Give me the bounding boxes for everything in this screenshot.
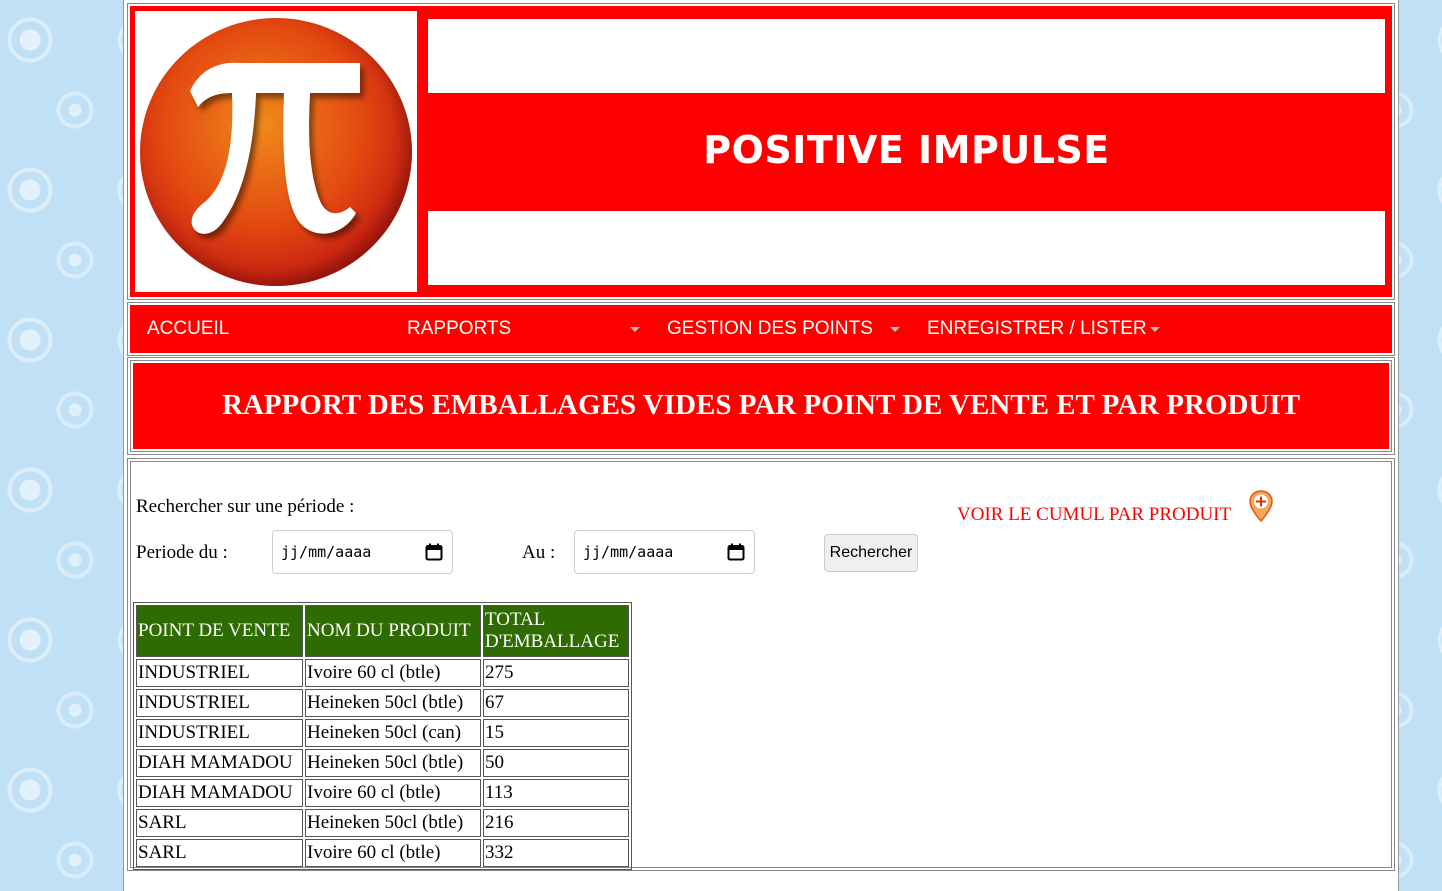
period-label: Rechercher sur une période : — [136, 496, 355, 517]
cumul-link[interactable]: VOIR LE CUMUL PAR PRODUIT — [957, 504, 1231, 526]
report-title-wrapper: RAPPORT DES EMBALLAGES VIDES PAR POINT D… — [127, 357, 1395, 455]
cell-point-de-vente: DIAH MAMADOU — [136, 779, 303, 807]
date-to-placeholder: jj/mm/aaaa — [583, 543, 674, 561]
cell-total: 15 — [483, 719, 629, 747]
date-to-input[interactable]: jj/mm/aaaa — [574, 530, 755, 574]
nav-item-enregistrer-lister[interactable]: ENREGISTRER / LISTER — [927, 305, 1147, 353]
report-title-frame: RAPPORT DES EMBALLAGES VIDES PAR POINT D… — [130, 360, 1392, 452]
date-from-placeholder: jj/mm/aaaa — [281, 543, 372, 561]
report-title: RAPPORT DES EMBALLAGES VIDES PAR POINT D… — [133, 363, 1389, 449]
cell-nom-du-produit: Ivoire 60 cl (btle) — [305, 779, 481, 807]
calendar-icon[interactable] — [727, 543, 745, 561]
cell-point-de-vente: INDUSTRIEL — [136, 659, 303, 687]
cell-nom-du-produit: Heineken 50cl (btle) — [305, 809, 481, 837]
nav-item-rapports[interactable]: RAPPORTS — [407, 305, 511, 353]
header-white-band-bottom — [428, 211, 1385, 285]
table-row: SARL Heineken 50cl (btle) 216 — [136, 809, 629, 837]
header-banner: POSITIVE IMPULSE — [130, 6, 1392, 297]
cell-total: 113 — [483, 779, 629, 807]
report-table: POINT DE VENTE NOM DU PRODUIT TOTAL D'EM… — [133, 602, 632, 870]
cell-point-de-vente: SARL — [136, 809, 303, 837]
table-row: INDUSTRIEL Heineken 50cl (btle) 67 — [136, 689, 629, 717]
header-white-band-top — [428, 19, 1385, 93]
site-header: POSITIVE IMPULSE — [127, 3, 1395, 300]
cell-nom-du-produit: Ivoire 60 cl (btle) — [305, 659, 481, 687]
cell-total: 216 — [483, 809, 629, 837]
table-header-row: POINT DE VENTE NOM DU PRODUIT TOTAL D'EM… — [136, 605, 629, 657]
cell-point-de-vente: SARL — [136, 839, 303, 867]
cell-total: 67 — [483, 689, 629, 717]
column-header-point-de-vente: POINT DE VENTE — [136, 605, 303, 657]
nav-menu: ACCUEIL RAPPORTS GESTION DES POINTS ENRE… — [130, 305, 1392, 353]
site-title: POSITIVE IMPULSE — [703, 128, 1110, 172]
caret-down-icon[interactable] — [1150, 327, 1160, 332]
cell-point-de-vente: INDUSTRIEL — [136, 689, 303, 717]
nav-item-accueil[interactable]: ACCUEIL — [147, 305, 229, 353]
search-button[interactable]: Rechercher — [824, 534, 918, 572]
content-panel: Rechercher sur une période : Periode du … — [130, 461, 1392, 870]
cell-nom-du-produit: Heineken 50cl (btle) — [305, 749, 481, 777]
cell-nom-du-produit: Ivoire 60 cl (btle) — [305, 839, 481, 867]
cell-total: 50 — [483, 749, 629, 777]
column-header-total-emballage: TOTAL D'EMBALLAGE — [483, 605, 629, 657]
table-row: SARL Ivoire 60 cl (btle) 332 — [136, 839, 629, 867]
page: POSITIVE IMPULSE ACCUEIL RAPPORTS GESTIO… — [123, 0, 1399, 891]
from-label: Periode du : — [136, 542, 228, 563]
pi-logo-icon — [190, 62, 360, 234]
table-row: INDUSTRIEL Heineken 50cl (can) 15 — [136, 719, 629, 747]
main-content: Rechercher sur une période : Periode du … — [127, 458, 1395, 871]
caret-down-icon[interactable] — [630, 327, 640, 332]
cell-point-de-vente: DIAH MAMADOU — [136, 749, 303, 777]
calendar-icon[interactable] — [425, 543, 443, 561]
caret-down-icon[interactable] — [890, 327, 900, 332]
cell-point-de-vente: INDUSTRIEL — [136, 719, 303, 747]
logo — [135, 11, 417, 292]
cell-nom-du-produit: Heineken 50cl (btle) — [305, 689, 481, 717]
table-row: INDUSTRIEL Ivoire 60 cl (btle) 275 — [136, 659, 629, 687]
map-pin-plus-icon[interactable] — [1249, 490, 1273, 522]
cell-total: 332 — [483, 839, 629, 867]
date-from-input[interactable]: jj/mm/aaaa — [272, 530, 453, 574]
table-row: DIAH MAMADOU Heineken 50cl (btle) 50 — [136, 749, 629, 777]
to-label: Au : — [522, 542, 556, 563]
nav-bar: ACCUEIL RAPPORTS GESTION DES POINTS ENRE… — [127, 302, 1395, 356]
cell-total: 275 — [483, 659, 629, 687]
cell-nom-du-produit: Heineken 50cl (can) — [305, 719, 481, 747]
table-row: DIAH MAMADOU Ivoire 60 cl (btle) 113 — [136, 779, 629, 807]
nav-item-gestion-des-points[interactable]: GESTION DES POINTS — [667, 305, 873, 353]
column-header-nom-du-produit: NOM DU PRODUIT — [305, 605, 481, 657]
